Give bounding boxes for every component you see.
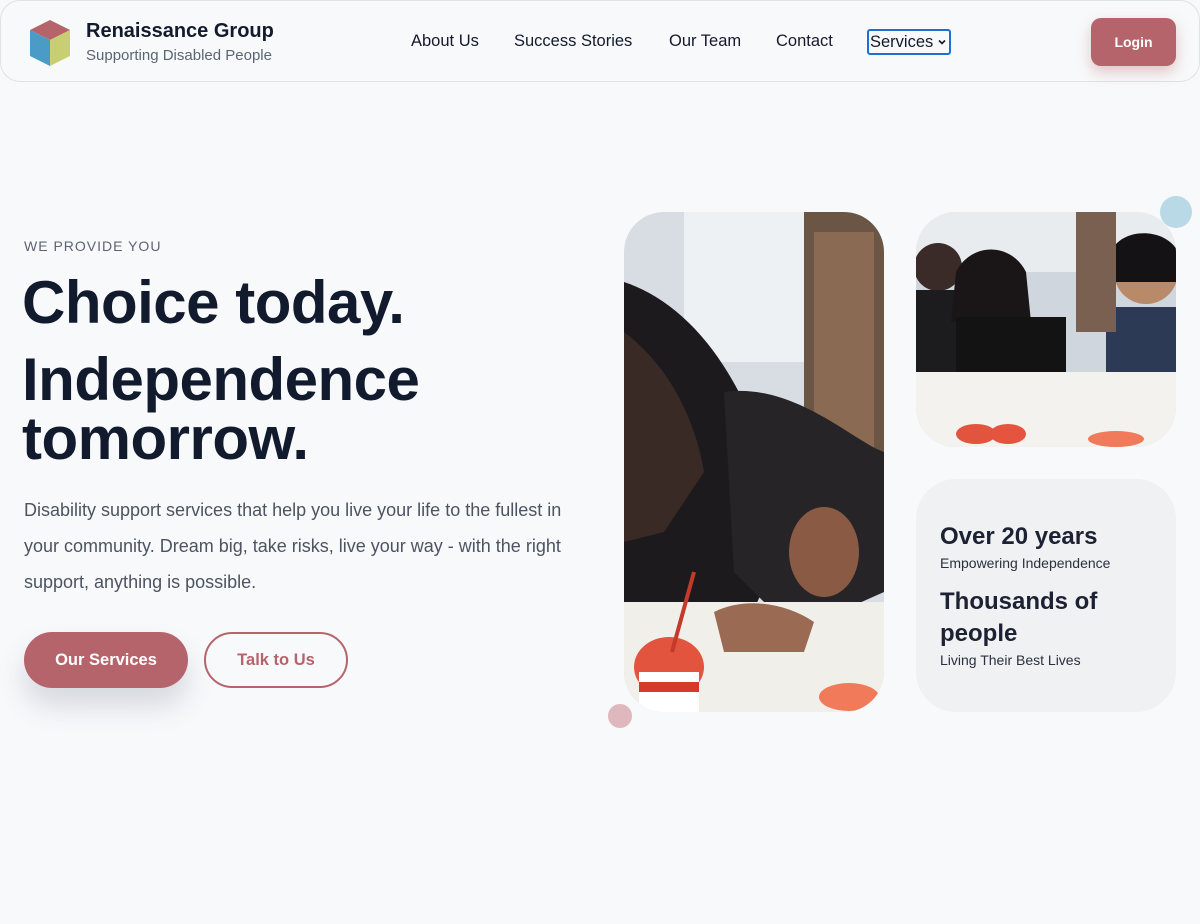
decorative-dot-pink (608, 704, 632, 728)
hero-headline-line2: Independence (22, 346, 420, 413)
stat-title: Thousands of people (940, 588, 1098, 647)
nav-services-dropdown[interactable]: Services (867, 29, 952, 55)
stat-subtitle: Living Their Best Lives (940, 652, 1081, 668)
nav-about-us[interactable]: About Us (411, 32, 479, 51)
hero-photo-painting (624, 212, 884, 712)
cube-logo-icon[interactable] (28, 18, 72, 68)
nav-our-team[interactable]: Our Team (669, 32, 741, 51)
site-header: Renaissance Group Supporting Disabled Pe… (0, 0, 1200, 82)
our-services-button[interactable]: Our Services (24, 632, 188, 688)
decorative-dot-blue (1160, 196, 1192, 228)
nav-contact[interactable]: Contact (776, 32, 833, 51)
hero-headline-line3: tomorrow. (22, 405, 309, 472)
hero-lead: Disability support services that help yo… (24, 500, 562, 592)
stat-subtitle: Empowering Independence (940, 555, 1111, 571)
stat-title: Over 20 years (940, 523, 1098, 550)
nav-success-stories[interactable]: Success Stories (514, 32, 632, 51)
hero-eyebrow: WE PROVIDE YOU (24, 238, 162, 254)
nav-services-label: Services (870, 33, 934, 51)
stats-card: Over 20 years Empowering Independence Th… (916, 479, 1176, 712)
group-photo (916, 212, 1176, 447)
brand-name[interactable]: Renaissance Group (86, 20, 274, 43)
brand-tagline: Supporting Disabled People (86, 47, 272, 64)
chevron-down-icon (938, 39, 946, 45)
hero-headline-line1: Choice today. (22, 269, 405, 336)
talk-to-us-button[interactable]: Talk to Us (204, 632, 348, 688)
login-button[interactable]: Login (1091, 18, 1176, 66)
